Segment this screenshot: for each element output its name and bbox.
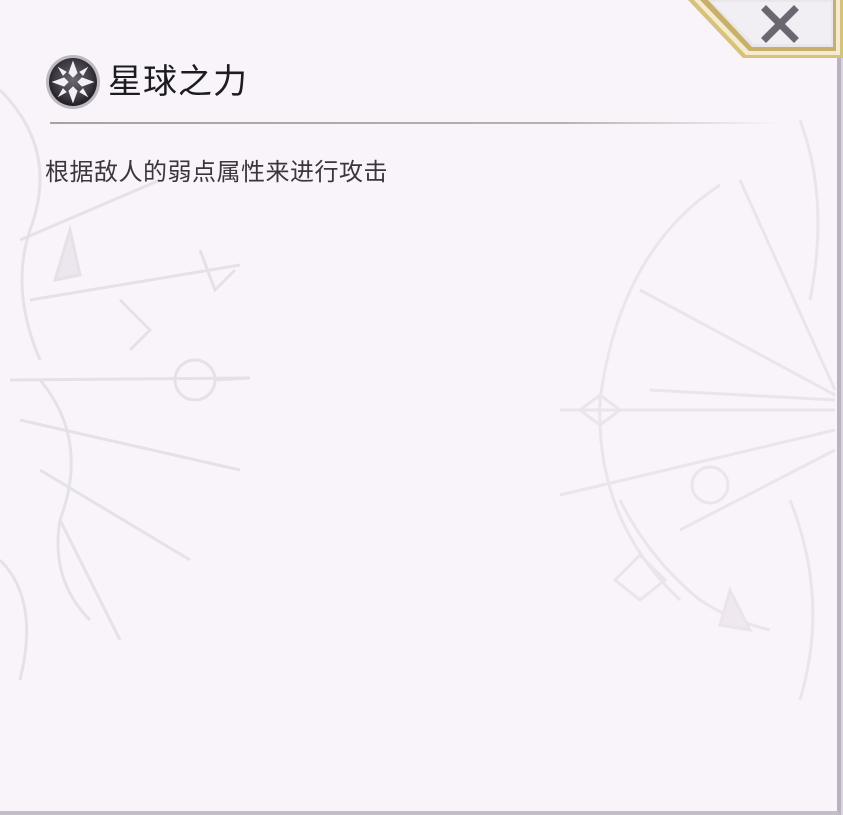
skill-title: 星球之力 xyxy=(108,62,248,102)
close-button[interactable] xyxy=(688,0,843,58)
close-x-icon[interactable] xyxy=(760,4,800,44)
skill-description: 根据敌人的弱点属性来进行攻击 xyxy=(45,158,388,186)
header-divider xyxy=(50,122,778,124)
skill-header: 星球之力 xyxy=(44,54,248,110)
skill-info-panel: 星球之力 根据敌人的弱点属性来进行攻击 xyxy=(0,0,841,815)
star-orb-icon xyxy=(44,53,102,111)
